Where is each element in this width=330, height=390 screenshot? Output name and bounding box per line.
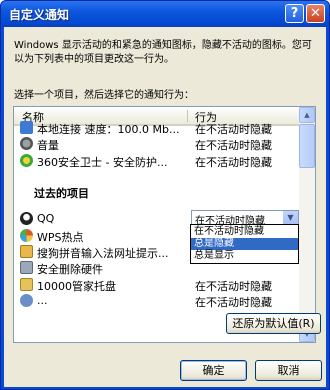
list-item[interactable]: 音量 在不活动时隐藏 (14, 136, 299, 152)
item-name: 10000管家托盘 (37, 280, 116, 293)
ok-button[interactable]: 确定 (180, 360, 247, 381)
vertical-scrollbar[interactable]: ▲ ▼ (299, 107, 315, 342)
scroll-thumb[interactable] (299, 124, 315, 168)
item-name: ... (37, 294, 48, 307)
wps-icon (20, 229, 33, 242)
title-bar[interactable]: 自定义通知 ? ✕ (1, 1, 329, 27)
list-item[interactable]: ... 在不活动时隐藏 (14, 293, 299, 309)
volume-icon (20, 137, 33, 150)
item-behavior: 在不活动时隐藏 (195, 156, 272, 169)
restore-defaults-button[interactable]: 还原为默认值(R) (226, 313, 321, 334)
notification-settings-dialog: 自定义通知 ? ✕ Windows 显示活动的和紧急的通知图标，隐藏不活动的图标… (0, 0, 330, 390)
item-name: 360安全卫士 - 安全防护... (37, 156, 168, 169)
list-item[interactable]: 10000管家托盘 在不活动时隐藏 (14, 277, 299, 293)
scroll-up-button[interactable]: ▲ (299, 107, 315, 123)
360-safe-icon (20, 154, 33, 167)
window-title: 自定义通知 (9, 8, 70, 22)
qq-icon (20, 212, 33, 225)
option-always-hide[interactable]: 总是隐藏 (191, 238, 298, 250)
item-behavior: 在不活动时隐藏 (195, 123, 272, 136)
item-behavior: 在不活动时隐藏 (195, 280, 272, 293)
item-name: 安全删除硬件 (37, 263, 103, 276)
generic-icon (20, 294, 33, 307)
instruction-text: 选择一个项目，然后选择它的通知行为： (14, 90, 194, 101)
behavior-dropdown-list[interactable]: 在不活动时隐藏 总是隐藏 总是显示 (190, 224, 299, 264)
item-name: 音量 (37, 139, 59, 152)
item-behavior: 在不活动时隐藏 (195, 296, 272, 309)
list-item[interactable]: 本地连接 速度：100.0 Mb... 在不活动时隐藏 (14, 120, 299, 136)
option-always-show[interactable]: 总是显示 (191, 250, 298, 262)
list-item[interactable]: 360安全卫士 - 安全防护... 在不活动时隐藏 (14, 153, 299, 169)
hardware-icon (20, 261, 33, 274)
cancel-button[interactable]: 取消 (255, 360, 322, 381)
option-hide-when-inactive[interactable]: 在不活动时隐藏 (191, 226, 298, 238)
dialog-body: Windows 显示活动的和紧急的通知图标，隐藏不活动的图标。您可以为下列表中的… (4, 27, 326, 387)
item-name: 搜狗拼音输入法网址提示... (37, 247, 169, 260)
chevron-down-icon[interactable]: ▼ (283, 211, 298, 225)
past-items-section-title: 过去的项目 (34, 187, 89, 200)
item-name: WPS热点 (37, 231, 84, 244)
close-button[interactable]: ✕ (306, 4, 325, 23)
network-icon (20, 121, 33, 134)
section-header-row: 过去的项目 (14, 184, 299, 200)
help-button[interactable]: ? (285, 4, 304, 23)
description-text: Windows 显示活动的和紧急的通知图标，隐藏不活动的图标。您可以为下列表中的… (14, 40, 312, 65)
item-behavior: 在不活动时隐藏 (195, 139, 272, 152)
item-name: 本地连接 速度：100.0 Mb... (37, 123, 180, 136)
item-name: QQ (37, 212, 55, 225)
tray-icon (20, 278, 33, 291)
sogou-icon (20, 245, 33, 258)
